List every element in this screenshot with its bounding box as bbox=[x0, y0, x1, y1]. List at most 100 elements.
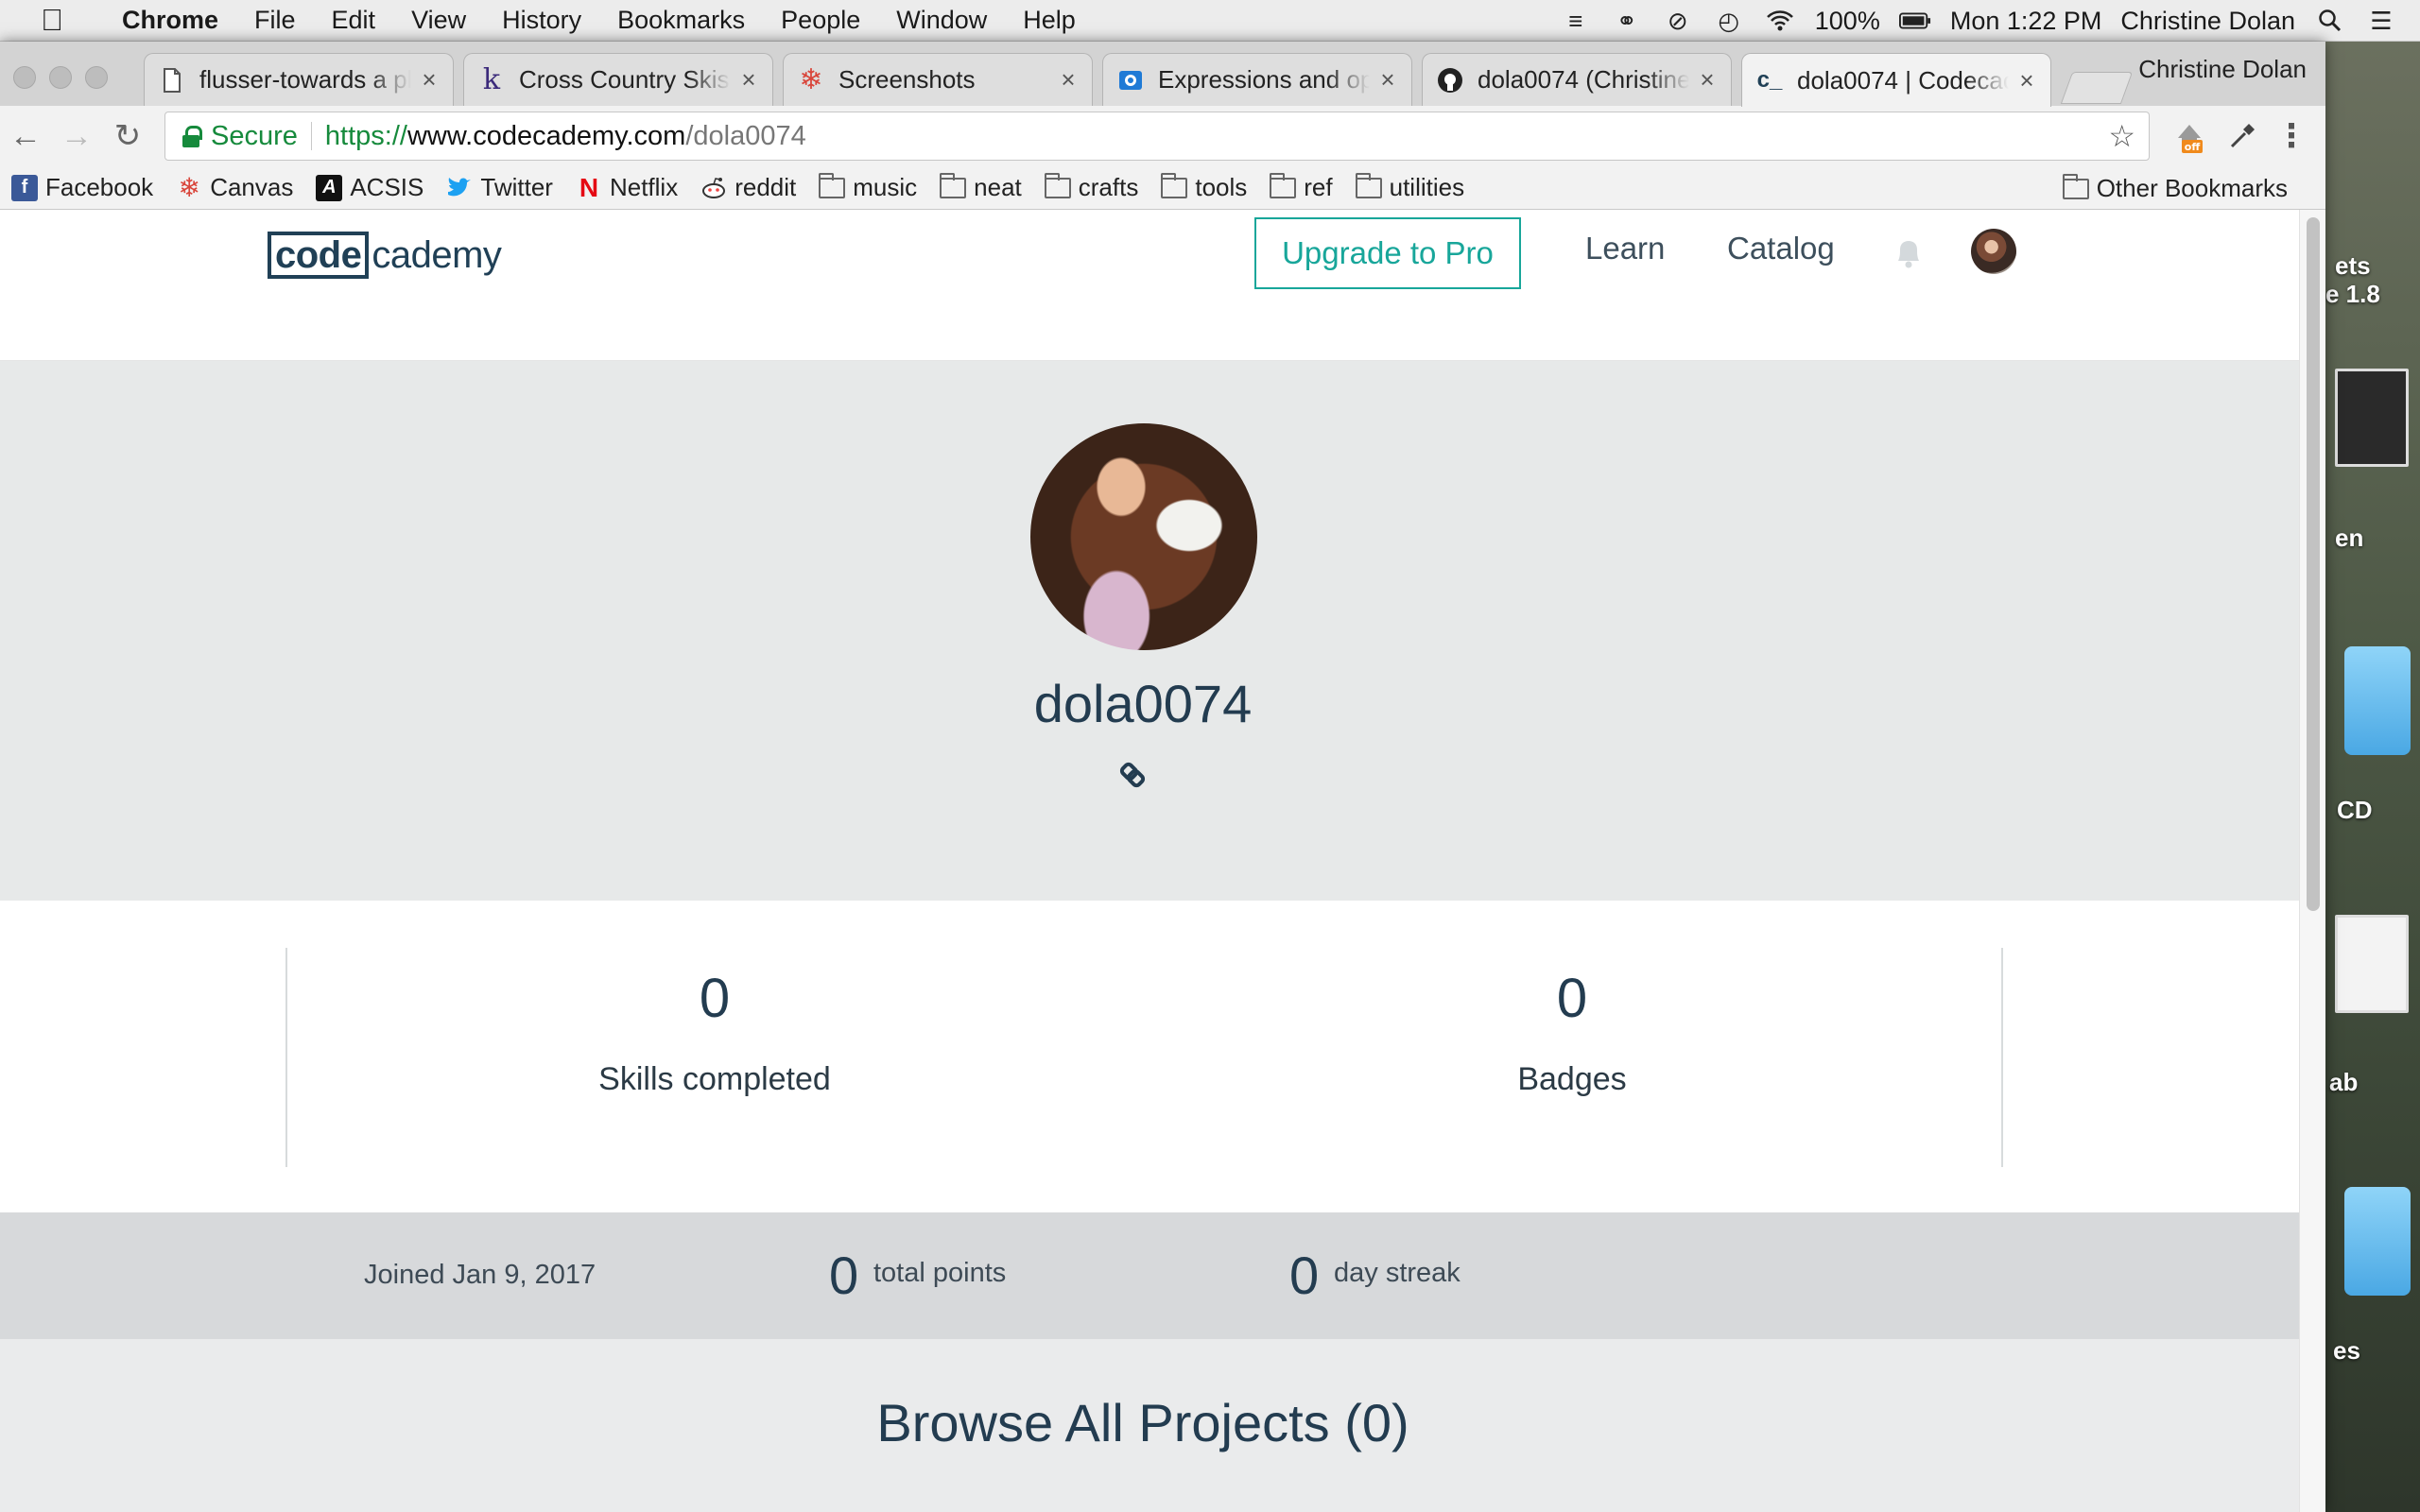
upgrade-to-pro-button[interactable]: Upgrade to Pro bbox=[1254, 217, 1521, 289]
joined-date: Joined Jan 9, 2017 bbox=[364, 1260, 596, 1290]
desktop-label: ets bbox=[2335, 251, 2371, 280]
codecademy-logo[interactable]: code cademy bbox=[268, 231, 502, 280]
menu-bookmarks[interactable]: Bookmarks bbox=[599, 6, 763, 35]
desktop-screenshot-thumbnail[interactable] bbox=[2335, 369, 2409, 467]
menu-file[interactable]: File bbox=[236, 6, 314, 35]
logo-boxed-text: code bbox=[268, 232, 370, 279]
scrollbar-thumb[interactable] bbox=[2307, 217, 2320, 911]
window-zoom-button[interactable] bbox=[85, 66, 108, 89]
profile-username: dola0074 bbox=[1033, 674, 1253, 733]
tab-cross-country-skis[interactable]: k Cross Country Skis | × bbox=[463, 53, 773, 106]
facebook-icon: f bbox=[11, 174, 38, 201]
bookmark-twitter[interactable]: Twitter bbox=[446, 173, 553, 202]
tab-close-icon[interactable]: × bbox=[1058, 65, 1079, 94]
menubar-user[interactable]: Christine Dolan bbox=[2120, 7, 2295, 36]
menu-view[interactable]: View bbox=[393, 6, 484, 35]
day-streak-label: day streak bbox=[1334, 1258, 1461, 1288]
tab-flusser[interactable]: flusser-towards a ph × bbox=[144, 53, 454, 106]
forward-button[interactable]: → bbox=[51, 111, 102, 162]
desktop-label: en bbox=[2335, 524, 2364, 552]
menu-help[interactable]: Help bbox=[1005, 6, 1094, 35]
link-icon[interactable] bbox=[1115, 758, 1150, 792]
reload-button[interactable]: ↻ bbox=[102, 111, 153, 162]
bookmark-canvas[interactable]: ❄ Canvas bbox=[176, 173, 293, 202]
tab-close-icon[interactable]: × bbox=[2016, 66, 2037, 95]
tab-close-icon[interactable]: × bbox=[1697, 65, 1718, 94]
notification-bell-icon[interactable] bbox=[1893, 236, 1925, 270]
desktop-folder-icon[interactable] bbox=[2344, 646, 2411, 755]
tab-github[interactable]: dola0074 (Christine × bbox=[1422, 53, 1732, 106]
battery-icon[interactable] bbox=[1898, 5, 1931, 37]
skills-completed-label: Skills completed bbox=[598, 1061, 831, 1097]
bookmark-folder-ref[interactable]: ref bbox=[1270, 172, 1333, 202]
badges-label: Badges bbox=[1517, 1061, 1627, 1097]
profile-hero: dola0074 bbox=[0, 361, 2299, 901]
browse-projects-heading[interactable]: Browse All Projects (0) bbox=[0, 1392, 2286, 1453]
bookmark-acsis[interactable]: A ACSIS bbox=[316, 173, 424, 202]
total-points-count: 0 bbox=[829, 1246, 859, 1305]
document-icon bbox=[158, 66, 186, 94]
window-close-button[interactable] bbox=[13, 66, 36, 89]
extension-badge: off bbox=[2185, 141, 2201, 153]
acsis-icon: A bbox=[316, 174, 343, 201]
asterisk-icon: ❄ bbox=[799, 64, 823, 95]
browser-toolbar: ← → ↻ Secure https:// www.codecademy.com… bbox=[0, 106, 2325, 166]
bookmark-star-icon[interactable]: ☆ bbox=[2108, 118, 2135, 154]
tab-strip: flusser-towards a ph × k Cross Country S… bbox=[0, 42, 2325, 107]
bookmark-folder-tools[interactable]: tools bbox=[1161, 172, 1248, 202]
eyedropper-icon[interactable] bbox=[2223, 117, 2261, 155]
bookmark-folder-crafts[interactable]: crafts bbox=[1044, 172, 1138, 202]
folder-icon bbox=[1270, 172, 1297, 198]
user-avatar[interactable] bbox=[1971, 229, 2016, 274]
bookmark-netflix[interactable]: N Netflix bbox=[576, 173, 678, 202]
back-button[interactable]: ← bbox=[0, 111, 51, 162]
address-bar[interactable]: Secure https:// www.codecademy.com /dola… bbox=[164, 112, 2150, 161]
day-streak-count: 0 bbox=[1289, 1246, 1320, 1305]
window-minimize-button[interactable] bbox=[49, 66, 72, 89]
bookmark-folder-utilities[interactable]: utilities bbox=[1355, 172, 1464, 202]
k-logo-icon: k bbox=[482, 63, 501, 96]
codecademy-icon: c_ bbox=[1756, 67, 1783, 93]
tab-close-icon[interactable]: × bbox=[419, 65, 440, 94]
canvas-icon: ❄ bbox=[178, 173, 200, 202]
desktop-folder-icon[interactable] bbox=[2344, 1187, 2411, 1296]
chrome-menu-icon[interactable]: ⋮ bbox=[2273, 117, 2310, 155]
menu-window[interactable]: Window bbox=[878, 6, 1005, 35]
menu-history[interactable]: History bbox=[484, 6, 599, 35]
apple-menu-icon[interactable]:  bbox=[0, 3, 104, 38]
bookmark-facebook[interactable]: f Facebook bbox=[11, 173, 153, 202]
wifi-icon[interactable] bbox=[1764, 5, 1796, 37]
tab-close-icon[interactable]: × bbox=[738, 65, 759, 94]
tab-codecademy[interactable]: c_ dola0074 | Codecac × bbox=[1741, 53, 2051, 107]
bookmark-folder-music[interactable]: music bbox=[819, 172, 917, 202]
spotlight-search-icon[interactable] bbox=[2314, 5, 2346, 37]
nav-learn[interactable]: Learn bbox=[1585, 231, 1665, 266]
time-machine-icon[interactable]: ◴ bbox=[1713, 5, 1745, 37]
do-not-disturb-icon[interactable]: ⊘ bbox=[1662, 5, 1694, 37]
tab-expressions[interactable]: Expressions and ope × bbox=[1102, 53, 1412, 106]
profile-meta-bar: Joined Jan 9, 2017 0 total points 0 day … bbox=[0, 1212, 2299, 1339]
menu-edit[interactable]: Edit bbox=[314, 6, 394, 35]
tab-title: Expressions and ope bbox=[1158, 65, 1370, 94]
bookmark-reddit[interactable]: reddit bbox=[700, 173, 796, 202]
notification-center-icon[interactable]: ☰ bbox=[2365, 5, 2397, 37]
profile-photo bbox=[1030, 423, 1257, 650]
tab-screenshots[interactable]: ❄ Screenshots × bbox=[783, 53, 1093, 106]
chrome-profile-name[interactable]: Christine Dolan bbox=[2138, 55, 2307, 84]
other-bookmarks[interactable]: Other Bookmarks bbox=[2062, 173, 2288, 203]
cast-icon[interactable]: ≡ bbox=[1560, 5, 1592, 37]
menu-people[interactable]: People bbox=[763, 6, 878, 35]
new-tab-button[interactable] bbox=[2060, 72, 2134, 104]
page-scrollbar[interactable] bbox=[2299, 210, 2325, 1512]
total-points-label: total points bbox=[873, 1258, 1007, 1288]
extension-off-icon[interactable]: off bbox=[2170, 117, 2208, 155]
menu-app-name[interactable]: Chrome bbox=[104, 6, 236, 35]
bookmark-folder-neat[interactable]: neat bbox=[940, 172, 1022, 202]
desktop-screenshot-thumbnail[interactable] bbox=[2335, 915, 2409, 1013]
nav-catalog[interactable]: Catalog bbox=[1727, 231, 1835, 266]
folder-icon bbox=[940, 172, 967, 198]
bookmark-label: tools bbox=[1195, 173, 1248, 201]
menubar-clock[interactable]: Mon 1:22 PM bbox=[1950, 7, 2102, 36]
tab-close-icon[interactable]: × bbox=[1377, 65, 1398, 94]
creative-cloud-icon[interactable]: ⚭ bbox=[1611, 5, 1643, 37]
